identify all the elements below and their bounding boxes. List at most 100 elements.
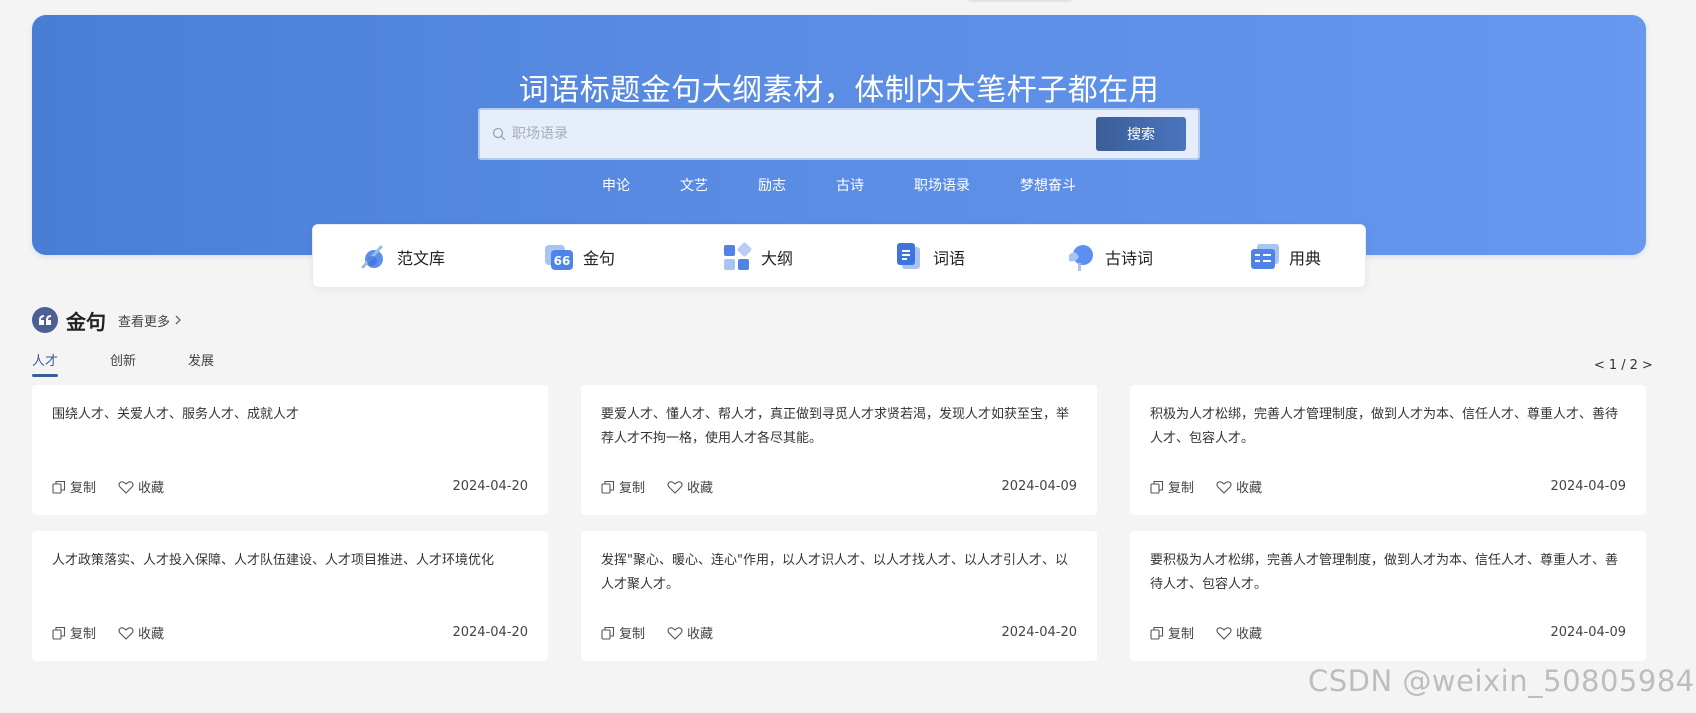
copy-icon — [601, 626, 615, 640]
tab-chuangxin[interactable]: 创新 — [110, 350, 136, 376]
copy-label: 复制 — [619, 627, 646, 642]
hero-title: 词语标题金句大纲素材，体制内大笔杆子都在用 — [518, 73, 1160, 108]
quote-card-icon: 66 — [545, 245, 573, 270]
scroll-ball-icon — [1069, 245, 1093, 271]
card-actions: 复制 收藏 — [1150, 623, 1284, 642]
quote-card: 积极为人才松绑，完善人才管理制度，做到人才为本、信任人才、尊重人才、善待人才、包… — [1130, 385, 1646, 515]
quote-card: 要爱人才、懂人才、帮人才，真正做到寻觅人才求贤若渴，发现人才如获至宝，举荐人才不… — [581, 385, 1097, 515]
hot-tag-zhichang[interactable]: 职场语录 — [914, 175, 970, 195]
favorite-button[interactable]: 收藏 — [667, 477, 713, 496]
svg-text:66: 66 — [554, 254, 571, 268]
pager: < 1 / 2 > — [1594, 358, 1653, 373]
tab-rencai[interactable]: 人才 — [32, 350, 59, 377]
category-label: 大纲 — [761, 249, 794, 268]
category-label: 古诗词 — [1105, 249, 1154, 268]
hot-tag-shenlun[interactable]: 申论 — [602, 175, 630, 195]
copy-label: 复制 — [70, 481, 97, 496]
favorite-button[interactable]: 收藏 — [667, 623, 713, 642]
quote-text: 发挥"聚心、暖心、连心"作用，以人才识人才、以人才找人才、以人才引人才、以人才聚… — [601, 553, 1068, 592]
quote-card: 围绕人才、关爱人才、服务人才、成就人才 复制 收藏 2024-04-20 — [32, 385, 548, 515]
grid-blocks-icon — [724, 242, 752, 270]
pager-separator: / — [1621, 358, 1626, 373]
section-header: 金句 查看更多 — [32, 306, 182, 334]
top-scroll-pill — [966, 0, 1074, 2]
copy-button[interactable]: 复制 — [1150, 623, 1194, 642]
heart-icon — [667, 480, 683, 494]
quote-text: 人才政策落实、人才投入保障、人才队伍建设、人才项目推进、人才环境优化 — [52, 553, 495, 568]
heart-icon — [667, 626, 683, 640]
category-fanwenku[interactable]: 范文库 — [357, 241, 445, 273]
hot-tags: 申论 文艺 励志 古诗 职场语录 梦想奋斗 — [32, 175, 1646, 195]
card-actions: 复制 收藏 — [601, 477, 735, 496]
copy-button[interactable]: 复制 — [52, 477, 96, 496]
section-title: 金句 — [66, 309, 106, 334]
favorite-label: 收藏 — [138, 481, 165, 496]
card-actions: 复制 收藏 — [1150, 477, 1284, 496]
category-gushici[interactable]: 古诗词 — [1065, 241, 1153, 273]
favorite-button[interactable]: 收藏 — [1216, 623, 1262, 642]
quote-text: 要爱人才、懂人才、帮人才，真正做到寻觅人才求贤若渴，发现人才如获至宝，举荐人才不… — [601, 407, 1070, 446]
card-date: 2024-04-09 — [1550, 479, 1626, 494]
search-button[interactable]: 搜索 — [1096, 117, 1186, 151]
category-label: 金句 — [583, 249, 616, 268]
favorite-label: 收藏 — [138, 627, 165, 642]
card-date: 2024-04-20 — [452, 625, 528, 640]
search-box: 搜索 — [478, 108, 1200, 160]
favorite-button[interactable]: 收藏 — [118, 477, 164, 496]
quote-card: 人才政策落实、人才投入保障、人才队伍建设、人才项目推进、人才环境优化 复制 收藏… — [32, 531, 548, 661]
copy-label: 复制 — [1168, 627, 1195, 642]
category-yongdian[interactable]: 用典 — [1249, 241, 1321, 273]
heart-icon — [118, 480, 134, 494]
quote-text: 要积极为人才松绑，完善人才管理制度，做到人才为本、信任人才、尊重人才、善待人才、… — [1150, 553, 1619, 592]
copy-icon — [1150, 626, 1164, 640]
see-more-label: 查看更多 — [118, 314, 171, 330]
hot-tag-wenyi[interactable]: 文艺 — [680, 175, 708, 195]
category-label: 词语 — [933, 249, 966, 268]
tab-fazhan[interactable]: 发展 — [188, 350, 214, 376]
card-date: 2024-04-09 — [1550, 625, 1626, 640]
search-input[interactable] — [512, 110, 1072, 158]
card-actions: 复制 收藏 — [52, 623, 186, 642]
card-actions: 复制 收藏 — [601, 623, 735, 642]
copy-label: 复制 — [619, 481, 646, 496]
favorite-label: 收藏 — [687, 627, 714, 642]
category-label: 用典 — [1289, 249, 1322, 268]
pager-prev-button[interactable]: < — [1594, 358, 1605, 373]
quote-card: 发挥"聚心、暖心、连心"作用，以人才识人才、以人才找人才、以人才引人才、以人才聚… — [581, 531, 1097, 661]
copy-button[interactable]: 复制 — [601, 623, 645, 642]
copy-button[interactable]: 复制 — [52, 623, 96, 642]
copy-button[interactable]: 复制 — [601, 477, 645, 496]
copy-icon — [52, 480, 66, 494]
pen-paper-icon — [361, 245, 383, 269]
copy-button[interactable]: 复制 — [1150, 477, 1194, 496]
category-ciyu[interactable]: 词语 — [893, 241, 965, 273]
copy-icon — [601, 480, 615, 494]
hot-tag-mengxiang[interactable]: 梦想奋斗 — [1020, 175, 1076, 195]
category-jinju[interactable]: 66 金句 — [543, 241, 615, 273]
heart-icon — [1216, 480, 1232, 494]
favorite-button[interactable]: 收藏 — [1216, 477, 1262, 496]
document-list-icon — [897, 243, 920, 269]
quote-text: 积极为人才松绑，完善人才管理制度，做到人才为本、信任人才、尊重人才、善待人才、包… — [1150, 407, 1619, 446]
copy-icon — [52, 626, 66, 640]
see-more-link[interactable]: 查看更多 — [118, 311, 182, 330]
hot-tag-gushi[interactable]: 古诗 — [836, 175, 864, 195]
copy-label: 复制 — [70, 627, 97, 642]
card-date: 2024-04-09 — [1001, 479, 1077, 494]
pager-current: 1 — [1608, 358, 1618, 373]
quote-text: 围绕人才、关爱人才、服务人才、成就人才 — [52, 407, 300, 422]
copy-label: 复制 — [1168, 481, 1195, 496]
section-tabs: 人才 创新 发展 — [32, 350, 266, 380]
pager-total: 2 — [1629, 358, 1638, 373]
book-lines-icon — [1251, 244, 1279, 269]
category-dagang[interactable]: 大纲 — [721, 241, 793, 273]
category-label: 范文库 — [397, 249, 446, 268]
search-icon — [492, 127, 506, 141]
favorite-button[interactable]: 收藏 — [118, 623, 164, 642]
category-bar: 范文库 66 金句 大纲 词语 古诗词 用典 — [312, 224, 1366, 288]
favorite-label: 收藏 — [1236, 481, 1263, 496]
hot-tag-lizhi[interactable]: 励志 — [758, 175, 786, 195]
pager-next-button[interactable]: > — [1642, 358, 1653, 373]
watermark: CSDN @weixin_50805984 — [1308, 664, 1695, 698]
copy-icon — [1150, 480, 1164, 494]
